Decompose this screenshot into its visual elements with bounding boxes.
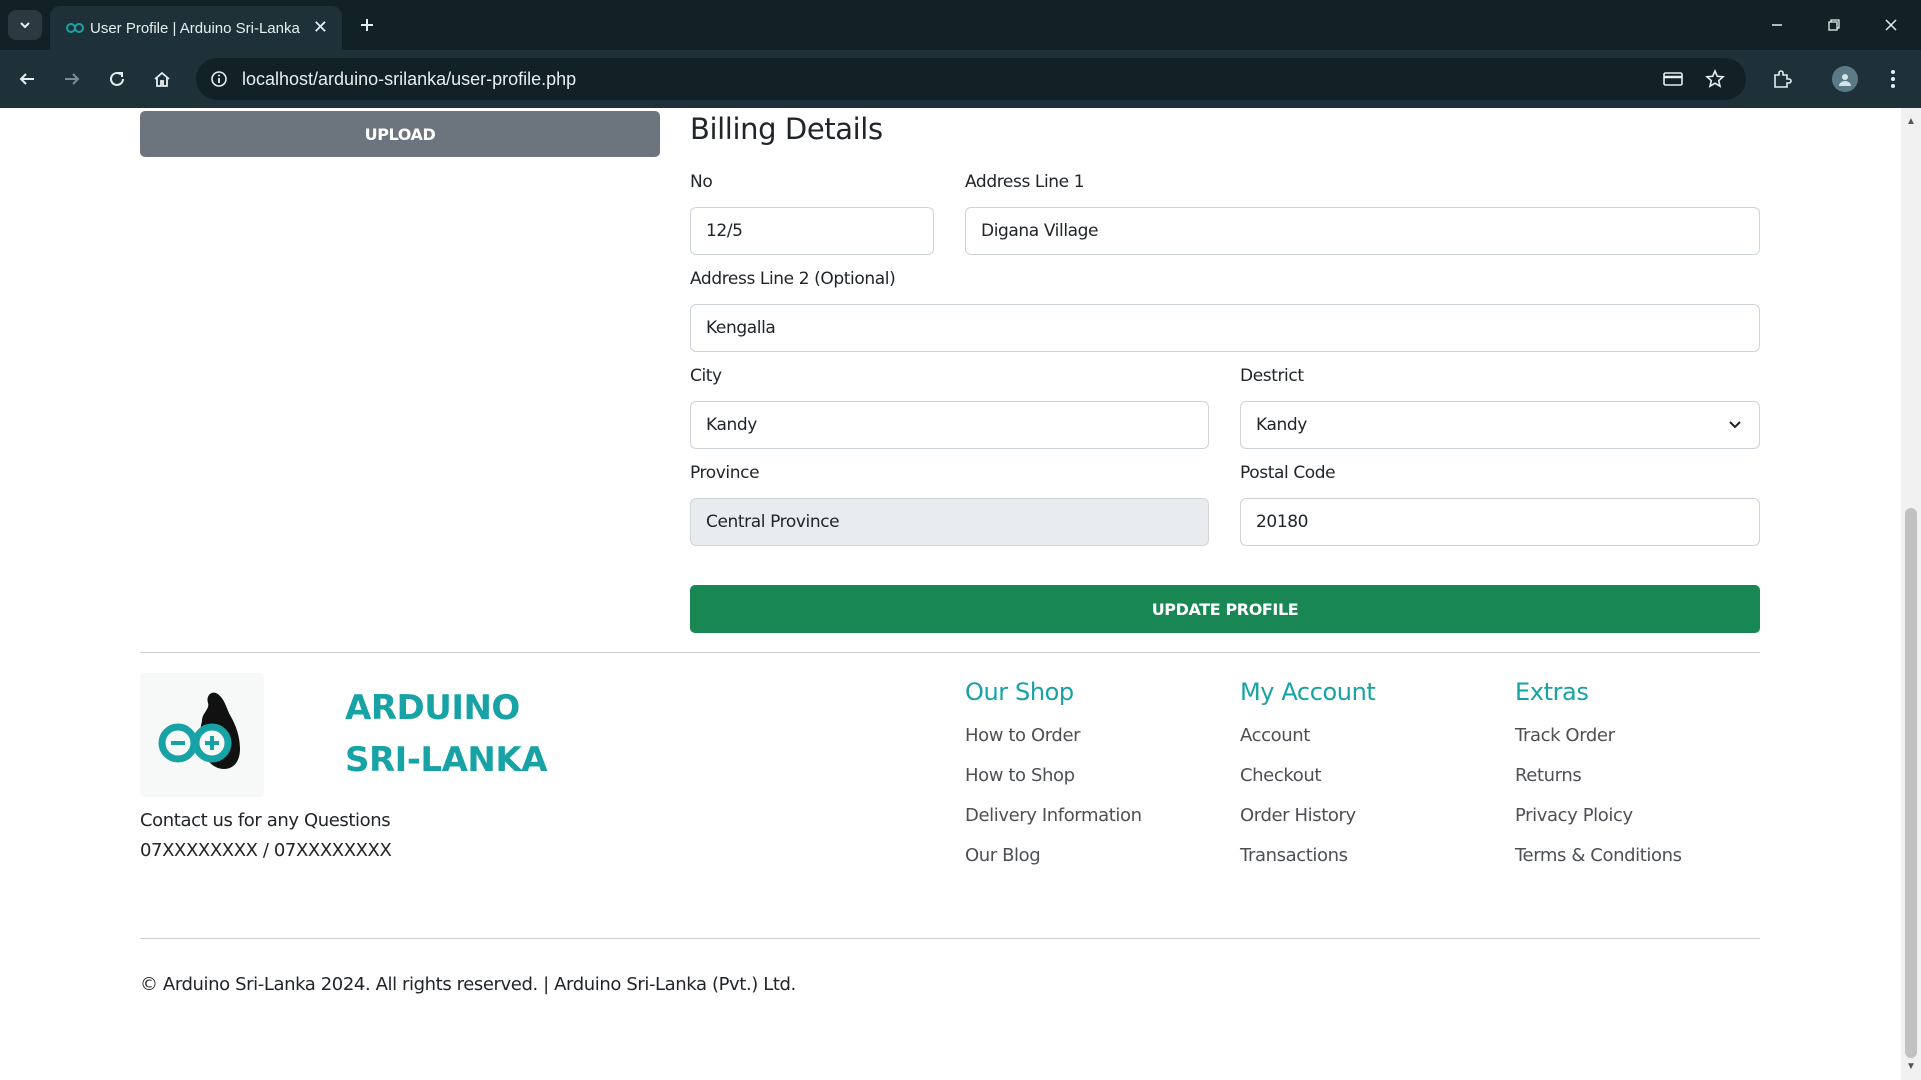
close-icon bbox=[1885, 19, 1897, 31]
page-scrollbar[interactable]: ▲ ▼ bbox=[1901, 108, 1921, 1080]
minimize-icon bbox=[1772, 24, 1782, 26]
back-button[interactable] bbox=[12, 64, 42, 94]
footer-link-delivery-information[interactable]: Delivery Information bbox=[965, 805, 1142, 826]
no-input[interactable]: 12/5 bbox=[690, 207, 934, 255]
province-label: Province bbox=[690, 463, 760, 483]
scroll-up-arrow-icon[interactable]: ▲ bbox=[1906, 116, 1916, 127]
puzzle-icon bbox=[1774, 70, 1792, 88]
footer-link-returns[interactable]: Returns bbox=[1515, 765, 1582, 786]
browser-tab-bar: User Profile | Arduino Sri-Lanka ✕ bbox=[0, 0, 1921, 50]
footer-link-our-blog[interactable]: Our Blog bbox=[965, 845, 1041, 866]
site-info-button[interactable] bbox=[204, 64, 234, 94]
scroll-down-arrow-icon[interactable]: ▼ bbox=[1906, 1061, 1916, 1072]
tab-search-button[interactable] bbox=[8, 10, 42, 40]
footer-divider-bottom bbox=[140, 938, 1760, 939]
url-text[interactable]: localhost/arduino-srilanka/user-profile.… bbox=[242, 69, 576, 90]
contact-text: Contact us for any Questions bbox=[140, 810, 391, 831]
home-icon bbox=[154, 71, 170, 87]
postal-code-input[interactable]: 20180 bbox=[1240, 498, 1760, 546]
home-button[interactable] bbox=[147, 64, 177, 94]
plus-icon bbox=[361, 19, 373, 31]
footer-link-transactions[interactable]: Transactions bbox=[1240, 845, 1348, 866]
billing-details-title: Billing Details bbox=[690, 112, 883, 146]
browser-toolbar: localhost/arduino-srilanka/user-profile.… bbox=[0, 50, 1921, 108]
scrollbar-thumb[interactable] bbox=[1905, 508, 1917, 1058]
footer-link-terms-conditions[interactable]: Terms & Conditions bbox=[1515, 845, 1682, 866]
forward-button[interactable] bbox=[57, 64, 87, 94]
footer-extras-title: Extras bbox=[1515, 678, 1589, 706]
chevron-down-icon bbox=[1729, 421, 1741, 429]
brand-logo bbox=[140, 673, 264, 797]
reload-icon bbox=[110, 71, 124, 86]
arrow-right-icon bbox=[65, 73, 80, 85]
footer-link-checkout[interactable]: Checkout bbox=[1240, 765, 1321, 786]
address-line-1-input[interactable]: Digana Village bbox=[965, 207, 1760, 255]
chevron-down-icon bbox=[20, 22, 30, 29]
footer-divider-top bbox=[140, 652, 1760, 653]
extensions-button[interactable] bbox=[1767, 64, 1797, 94]
arduino-sri-lanka-logo-icon bbox=[158, 692, 240, 769]
footer-link-how-to-order[interactable]: How to Order bbox=[965, 725, 1081, 746]
address-line-1-label: Address Line 1 bbox=[965, 172, 1085, 192]
user-icon bbox=[1839, 74, 1851, 86]
info-icon bbox=[211, 71, 227, 87]
contact-phone: 07XXXXXXXX / 07XXXXXXXX bbox=[140, 840, 392, 861]
minimize-button[interactable] bbox=[1749, 0, 1805, 50]
province-input: Central Province bbox=[690, 498, 1209, 546]
district-selected-value: Kandy bbox=[1256, 415, 1307, 435]
browser-tab-active[interactable]: User Profile | Arduino Sri-Lanka ✕ bbox=[50, 6, 342, 50]
restore-button[interactable] bbox=[1806, 0, 1862, 50]
district-label: Destrict bbox=[1240, 366, 1304, 386]
credit-card-icon bbox=[1663, 72, 1683, 86]
close-window-button[interactable] bbox=[1863, 0, 1919, 50]
footer-our-shop-title: Our Shop bbox=[965, 678, 1074, 706]
page-viewport: UPLOAD Billing Details No 12/5 Address L… bbox=[0, 108, 1921, 1080]
more-vertical-icon bbox=[1891, 70, 1895, 88]
footer-my-account-title: My Account bbox=[1240, 678, 1376, 706]
district-select[interactable]: Kandy bbox=[1240, 401, 1760, 449]
footer-link-track-order[interactable]: Track Order bbox=[1515, 725, 1615, 746]
copyright-text: © Arduino Sri-Lanka 2024. All rights res… bbox=[140, 974, 796, 995]
tab-title: User Profile | Arduino Sri-Lanka bbox=[90, 20, 300, 37]
star-icon bbox=[1705, 69, 1725, 88]
reload-button[interactable] bbox=[102, 64, 132, 94]
arrow-left-icon bbox=[19, 73, 34, 85]
footer-link-account[interactable]: Account bbox=[1240, 725, 1310, 746]
address-bar[interactable]: localhost/arduino-srilanka/user-profile.… bbox=[196, 58, 1746, 100]
brand-name-line-1: ARDUINO bbox=[345, 688, 520, 728]
upload-button[interactable]: UPLOAD bbox=[140, 111, 660, 157]
postal-code-label: Postal Code bbox=[1240, 463, 1336, 483]
profile-avatar[interactable] bbox=[1832, 66, 1858, 92]
browser-menu-button[interactable] bbox=[1878, 64, 1908, 94]
new-tab-button[interactable] bbox=[352, 10, 382, 40]
restore-icon bbox=[1828, 19, 1840, 31]
address-line-2-label: Address Line 2 (Optional) bbox=[690, 269, 896, 289]
address-line-2-input[interactable]: Kengalla bbox=[690, 304, 1760, 352]
footer-link-how-to-shop[interactable]: How to Shop bbox=[965, 765, 1075, 786]
footer-link-order-history[interactable]: Order History bbox=[1240, 805, 1356, 826]
city-input[interactable]: Kandy bbox=[690, 401, 1209, 449]
tab-close-icon[interactable]: ✕ bbox=[313, 18, 328, 36]
footer-link-privacy-policy[interactable]: Privacy Ploicy bbox=[1515, 805, 1633, 826]
city-label: City bbox=[690, 366, 722, 386]
card-icon[interactable] bbox=[1660, 66, 1686, 92]
no-label: No bbox=[690, 172, 713, 192]
bookmark-star-button[interactable] bbox=[1702, 66, 1728, 92]
update-profile-button[interactable]: UPDATE PROFILE bbox=[690, 585, 1760, 633]
brand-name-line-2: SRI-LANKA bbox=[345, 740, 548, 780]
arduino-favicon-icon bbox=[66, 23, 84, 33]
